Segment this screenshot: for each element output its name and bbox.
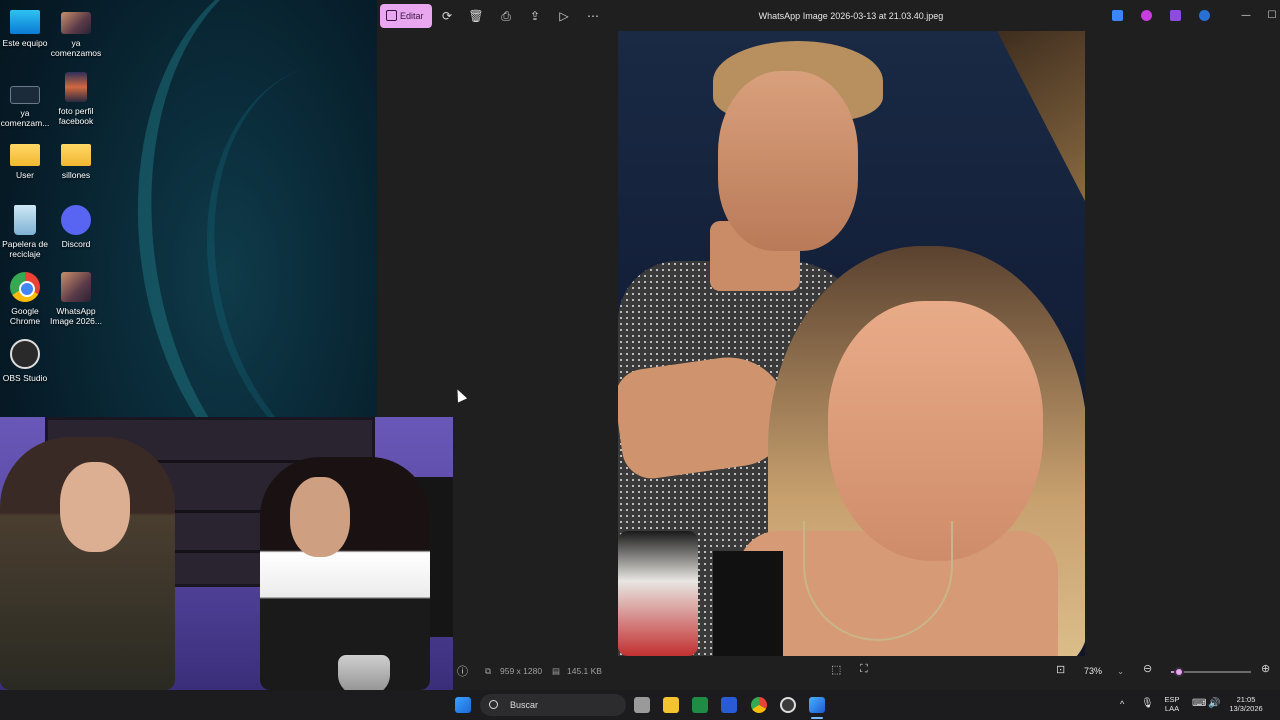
desktop-icon-label: Google Chrome [9,306,41,326]
chevron-up-icon[interactable]: ^ [1120,700,1124,709]
clock-date: 13/3/2026 [1229,704,1263,713]
desktop-icon-sillones[interactable]: sillones [47,138,105,180]
desktop-icon-este-equipo[interactable]: Este equipo [0,6,54,48]
discord-icon [61,205,91,235]
share-icon[interactable]: ⇪ [524,6,546,26]
zoom-out-icon[interactable]: ⊖ [1143,662,1152,675]
zoom-slider-thumb[interactable] [1174,667,1184,677]
recycle-bin-icon [14,205,36,235]
webcam-overlay [0,417,453,690]
obs-icon [10,339,40,369]
windows-start-icon[interactable] [455,697,471,713]
desktop-icon-ya-comenzam[interactable]: ya comenzam... [0,78,54,128]
chevron-down-icon[interactable]: ⌄ [1117,666,1124,677]
select-icon[interactable]: ⛶ [860,663,868,676]
language-top: ESP [1164,695,1180,704]
window-title: WhatsApp Image 2026-03-13 at 21.03.40.jp… [758,11,944,21]
desktop-icon-whatsapp-image[interactable]: WhatsApp Image 2026... [47,272,105,326]
desktop-icon-ya-comenzamos[interactable]: ya comenzamos [47,12,105,58]
crop-icon[interactable]: ⬚ [831,663,841,676]
zoom-slider[interactable] [1171,667,1251,677]
network-icon[interactable]: ⌨ [1192,699,1206,709]
webcam-person-right-face [290,477,350,557]
desktop-icon-discord[interactable]: Discord [47,205,105,249]
copilot-icon[interactable] [1141,10,1152,21]
screen: Este equipo ya comenzamos ya comenzam...… [0,0,1280,720]
desktop-icon-label: OBS Studio [2,373,48,383]
folder-icon [61,144,91,166]
desktop-icon-label: ya comenzam... [0,108,50,128]
chrome-icon[interactable] [751,697,767,713]
taskbar: Buscar ^ 🎙 ESP LAA ⌨ 🔊 21:05 13/3/2026 [0,690,1280,720]
more-icon[interactable]: ⋯ [582,6,604,26]
clock[interactable]: 21:05 13/3/2026 [1224,695,1268,713]
image-file-icon [61,272,91,302]
desktop-icon-label: WhatsApp Image 2026... [50,306,102,326]
desktop-icon-chrome[interactable]: Google Chrome [0,272,54,326]
zoom-in-icon[interactable]: ⊕ [1261,662,1270,675]
designer-icon[interactable] [1112,10,1123,21]
photo-jacket [618,531,698,656]
photo-man-face [718,71,858,251]
zoom-level[interactable]: 73% [1084,666,1102,676]
desktop-icon-label: Papelera de reciclaje [2,239,48,259]
taskbar-search[interactable]: Buscar [480,694,626,716]
desktop-icon-label: sillones [61,170,91,180]
viewer-statusbar: ⓘ ⧉ 959 x 1280 ▤ 145.1 KB ⬚ ⛶ ⊡ 73% ⌄ ⊖ … [377,656,1280,688]
print-icon[interactable]: ⎙ [495,6,517,26]
maximize-icon[interactable]: ☐ [1261,6,1280,26]
active-app-indicator [811,717,823,719]
chrome-icon [10,272,40,302]
video-file-icon [10,86,40,104]
image-file-icon [65,72,87,102]
search-placeholder: Buscar [510,700,539,710]
minimize-icon[interactable]: — [1235,6,1257,26]
photos-app-icon[interactable] [809,697,825,713]
file-size-icon: ▤ [552,666,561,676]
photos-viewer-window: Editar ⟳ 🗑 ⎙ ⇪ ▷ ⋯ WhatsApp Image 2026-0… [377,0,1280,690]
edit-icon [386,10,397,21]
image-file-icon [61,12,91,34]
photo-canvas [618,31,1085,656]
info-icon[interactable]: ⓘ [457,663,468,679]
folder-icon [10,144,40,166]
volume-icon[interactable]: 🔊 [1208,699,1220,709]
desktop-icon-foto-perfil[interactable]: foto perfil facebook [47,72,105,126]
obs-icon[interactable] [780,697,796,713]
image-dimensions: 959 x 1280 [500,666,543,676]
clock-time: 21:05 [1236,695,1256,704]
desktop-icon-papelera[interactable]: Papelera de reciclaje [0,205,54,259]
file-explorer-icon[interactable] [663,697,679,713]
computer-icon [10,10,40,34]
language-bottom: LAA [1164,704,1180,713]
desktop-icon-label: Este equipo [2,38,48,48]
clipchamp-icon[interactable] [1170,10,1181,21]
language-indicator[interactable]: ESP LAA [1162,695,1182,713]
webcam-mate-cup [338,655,390,690]
dimensions-icon: ⧉ [485,666,492,676]
desktop-icon-label: Discord [61,239,91,249]
excel-icon[interactable] [692,697,708,713]
desktop-icon-label: ya comenzamos [50,38,102,58]
desktop-icon-label: User [16,170,34,180]
photo-background-wall [997,31,1085,201]
word-icon[interactable] [721,697,737,713]
photo-woman-top [713,551,783,656]
desktop-icon-obs[interactable]: OBS Studio [0,339,54,383]
webcam-person-left-face [60,462,130,552]
onedrive-icon[interactable] [1199,10,1210,21]
delete-icon[interactable]: 🗑 [465,6,487,26]
desktop-icon-user[interactable]: User [0,138,54,180]
fit-view-icon[interactable]: ⊡ [1056,663,1065,676]
slideshow-icon[interactable]: ▷ [553,6,575,26]
desktop-icon-label: foto perfil facebook [58,106,94,126]
search-icon [489,700,498,709]
edit-button-label: Editar [400,11,424,21]
file-size: 145.1 KB [567,666,602,676]
task-view-icon[interactable] [634,697,650,713]
rotate-icon[interactable]: ⟳ [436,6,458,26]
viewer-toolbar: Editar ⟳ 🗑 ⎙ ⇪ ▷ ⋯ WhatsApp Image 2026-0… [377,0,1280,32]
edit-button[interactable]: Editar [380,4,432,28]
microphone-icon[interactable]: 🎙 [1141,699,1154,709]
